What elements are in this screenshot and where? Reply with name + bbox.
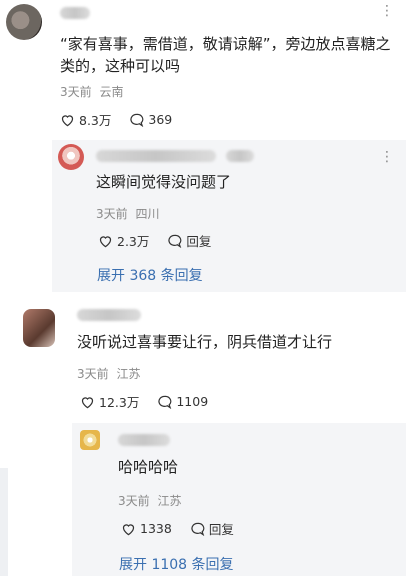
reply-text: 这瞬间觉得没问题了 [96,173,232,191]
avatar[interactable] [23,309,55,347]
avatar[interactable] [58,144,84,170]
like-count: 1338 [140,521,172,536]
reply-button[interactable]: 回复 [190,519,234,538]
heart-icon [61,114,74,126]
expand-replies-link[interactable]: 展开 368 条回复 [97,265,203,285]
reply-location: 四川 [135,207,160,221]
username-blurred[interactable] [118,434,170,446]
reply-actions: 2.3万 回复 [98,231,229,250]
heart-icon [122,523,135,535]
comment-actions: 12.3万 1109 [80,392,226,411]
username-blurred[interactable] [96,150,216,162]
reply-count: 369 [148,112,173,127]
reply-count: 1109 [176,394,209,409]
reply-label: 回复 [186,234,212,249]
like-count: 12.3万 [99,395,140,410]
left-edge [0,468,8,576]
heart-icon [81,396,94,408]
like-button[interactable]: 12.3万 [80,392,139,411]
reply-meta: 3天前 江苏 [118,492,181,509]
reply-meta: 3天前 四川 [96,205,159,222]
expand-replies-link[interactable]: 展开 1108 条回复 [119,554,234,574]
comment-icon [191,522,205,536]
reply-time: 3天前 [118,494,150,508]
comment-icon [168,234,182,248]
comment-meta: 3天前 江苏 [77,365,140,382]
reply-text: 哈哈哈哈 [118,458,179,476]
reply-time: 3天前 [96,207,128,221]
like-button[interactable]: 8.3万 [60,110,111,129]
comment-thread: ⋮ “家有喜事，需借道，敬请谅解”，旁边放点喜糖之类的，这种可以吗 3天前 云南… [0,0,406,576]
reply-count-button[interactable]: 1109 [157,394,208,409]
like-count: 8.3万 [79,113,112,128]
reply-location: 江苏 [157,494,182,508]
comment-text: “家有喜事，需借道，敬请谅解”，旁边放点喜糖之类的，这种可以吗 [60,35,391,75]
username-blurred[interactable] [77,309,141,321]
more-icon[interactable]: ⋮ [380,150,394,164]
username-blurred[interactable] [60,7,90,19]
like-button[interactable]: 2.3万 [98,231,149,250]
like-button[interactable]: 1338 [121,521,172,536]
avatar[interactable] [6,4,42,40]
reply-actions: 1338 回复 [121,519,252,538]
comment-location: 江苏 [116,367,141,381]
heart-icon [99,235,112,247]
comment-text: 没听说过喜事要让行，阴兵借道才让行 [77,333,333,351]
comment-icon [130,113,144,127]
comment-meta: 3天前 云南 [60,83,123,100]
avatar[interactable] [80,430,100,450]
more-icon[interactable]: ⋮ [380,4,394,18]
like-count: 2.3万 [117,234,150,249]
comment-location: 云南 [99,85,124,99]
username-blurred[interactable] [226,150,254,162]
comment-time: 3天前 [60,85,92,99]
comment-icon [158,395,172,409]
comment-actions: 8.3万 369 [60,110,190,129]
comment-time: 3天前 [77,367,109,381]
reply-count-button[interactable]: 369 [129,112,172,127]
reply-button[interactable]: 回复 [167,231,211,250]
reply-label: 回复 [208,522,234,537]
